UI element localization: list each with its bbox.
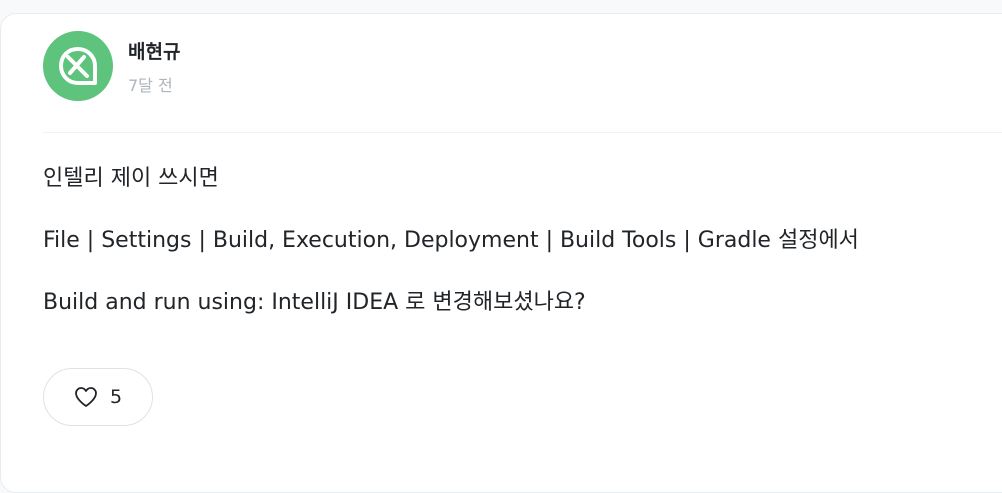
like-count: 5 xyxy=(109,386,123,408)
author-name[interactable]: 배현규 xyxy=(128,40,180,64)
like-button[interactable]: 5 xyxy=(43,368,153,426)
comment-line: File | Settings | Build, Execution, Depl… xyxy=(43,228,859,253)
comment-line: Build and run using: IntelliJ IDEA 로 변경해… xyxy=(43,290,586,315)
comment-line: 인텔리 제이 쓰시면 xyxy=(43,166,219,191)
comment-time: 7달 전 xyxy=(128,76,173,95)
comment-body: 인텔리 제이 쓰시면 File | Settings | Build, Exec… xyxy=(43,164,983,350)
comment-header: 배현규 7달 전 xyxy=(43,31,943,101)
leaf-icon xyxy=(59,47,97,85)
divider xyxy=(43,132,1002,133)
avatar[interactable] xyxy=(43,31,113,101)
heart-outline-icon xyxy=(75,387,97,407)
